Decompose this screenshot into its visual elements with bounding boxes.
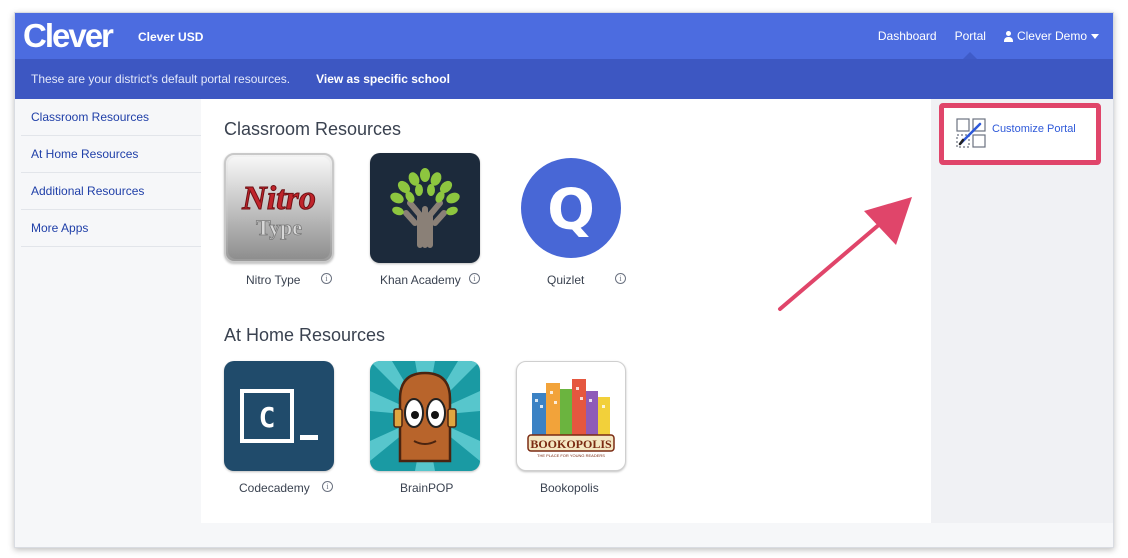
- app-window: Clever Clever USD Dashboard Portal Cleve…: [14, 12, 1114, 548]
- nitro-type-word: Nitro: [241, 180, 316, 217]
- app-label: Quizlet: [547, 273, 585, 287]
- nitro-type-icon: Nitro Type: [224, 153, 334, 263]
- bookopolis-tagline: THE PLACE FOR YOUNG READERS: [537, 453, 605, 458]
- portal-note: These are your district's default portal…: [31, 72, 291, 86]
- info-icon[interactable]: i: [615, 273, 626, 284]
- view-as-school-link[interactable]: View as specific school: [316, 72, 450, 86]
- section-title-classroom: Classroom Resources: [224, 119, 402, 139]
- info-icon[interactable]: i: [322, 481, 333, 492]
- info-icon[interactable]: i: [321, 273, 332, 284]
- sidebar-item-additional-resources[interactable]: Additional Resources: [21, 173, 201, 210]
- user-menu[interactable]: Clever Demo: [1003, 13, 1099, 59]
- nav-portal[interactable]: Portal: [955, 13, 986, 59]
- codecademy-letter: C: [259, 401, 276, 434]
- nitro-type-subword: Type: [256, 215, 302, 240]
- sidebar-item-label: Additional Resources: [31, 184, 145, 198]
- section-title-at-home: At Home Resources: [224, 325, 386, 345]
- quizlet-icon: Q: [516, 153, 626, 263]
- app-khan-academy[interactable]: Khan Academy i: [370, 153, 480, 287]
- customize-portal-button[interactable]: Customize Portal: [939, 103, 1101, 165]
- app-nitro-type[interactable]: Nitro Type Nitro Type i: [224, 153, 334, 287]
- app-label: BrainPOP: [400, 481, 454, 495]
- app-label: Bookopolis: [540, 481, 599, 495]
- codecademy-icon: C: [224, 361, 334, 471]
- customize-portal-label: Customize Portal: [992, 123, 1076, 135]
- annotation-arrow: [778, 197, 912, 311]
- app-quizlet[interactable]: Q Quizlet i: [516, 153, 626, 287]
- app-codecademy[interactable]: C Codecademy i: [224, 361, 334, 495]
- nav-dashboard[interactable]: Dashboard: [878, 13, 937, 59]
- khan-academy-icon: [370, 153, 480, 263]
- sidebar: Classroom Resources At Home Resources Ad…: [21, 99, 201, 523]
- top-nav: Dashboard Portal Clever Demo: [878, 13, 1099, 59]
- app-brainpop[interactable]: BrainPOP: [370, 361, 480, 495]
- nav-dashboard-label: Dashboard: [877, 29, 937, 43]
- user-name: Clever Demo: [1016, 29, 1087, 43]
- sidebar-item-label: At Home Resources: [31, 147, 139, 161]
- portal-subbar: These are your district's default portal…: [15, 59, 1113, 99]
- right-panel: Customize Portal: [931, 99, 1113, 523]
- sidebar-item-at-home-resources[interactable]: At Home Resources: [21, 136, 201, 173]
- sidebar-item-more-apps[interactable]: More Apps: [21, 210, 201, 247]
- sidebar-item-label: Classroom Resources: [31, 110, 150, 124]
- sidebar-item-label: More Apps: [31, 221, 89, 235]
- nav-portal-label: Portal: [954, 29, 986, 43]
- chevron-down-icon: [1091, 33, 1099, 39]
- top-nav-bar: Clever Clever USD Dashboard Portal Cleve…: [15, 13, 1113, 59]
- user-icon: [1003, 30, 1013, 42]
- brainpop-icon: [370, 361, 480, 471]
- bookopolis-icon: BOOKOPOLIS THE PLACE FOR YOUNG READERS: [516, 361, 626, 471]
- clever-logo[interactable]: Clever: [23, 17, 114, 55]
- quizlet-letter: Q: [547, 178, 595, 243]
- app-bookopolis[interactable]: BOOKOPOLIS THE PLACE FOR YOUNG READERS B…: [516, 361, 626, 495]
- bookopolis-wordmark: BOOKOPOLIS: [530, 437, 612, 451]
- district-name: Clever USD: [138, 30, 204, 44]
- info-icon[interactable]: i: [469, 273, 480, 284]
- main-content: Classroom Resources Nitro Type Nitro Typ…: [201, 99, 931, 523]
- customize-portal-icon: [956, 118, 986, 153]
- sidebar-item-classroom-resources[interactable]: Classroom Resources: [21, 99, 201, 136]
- app-label: Nitro Type: [246, 273, 301, 287]
